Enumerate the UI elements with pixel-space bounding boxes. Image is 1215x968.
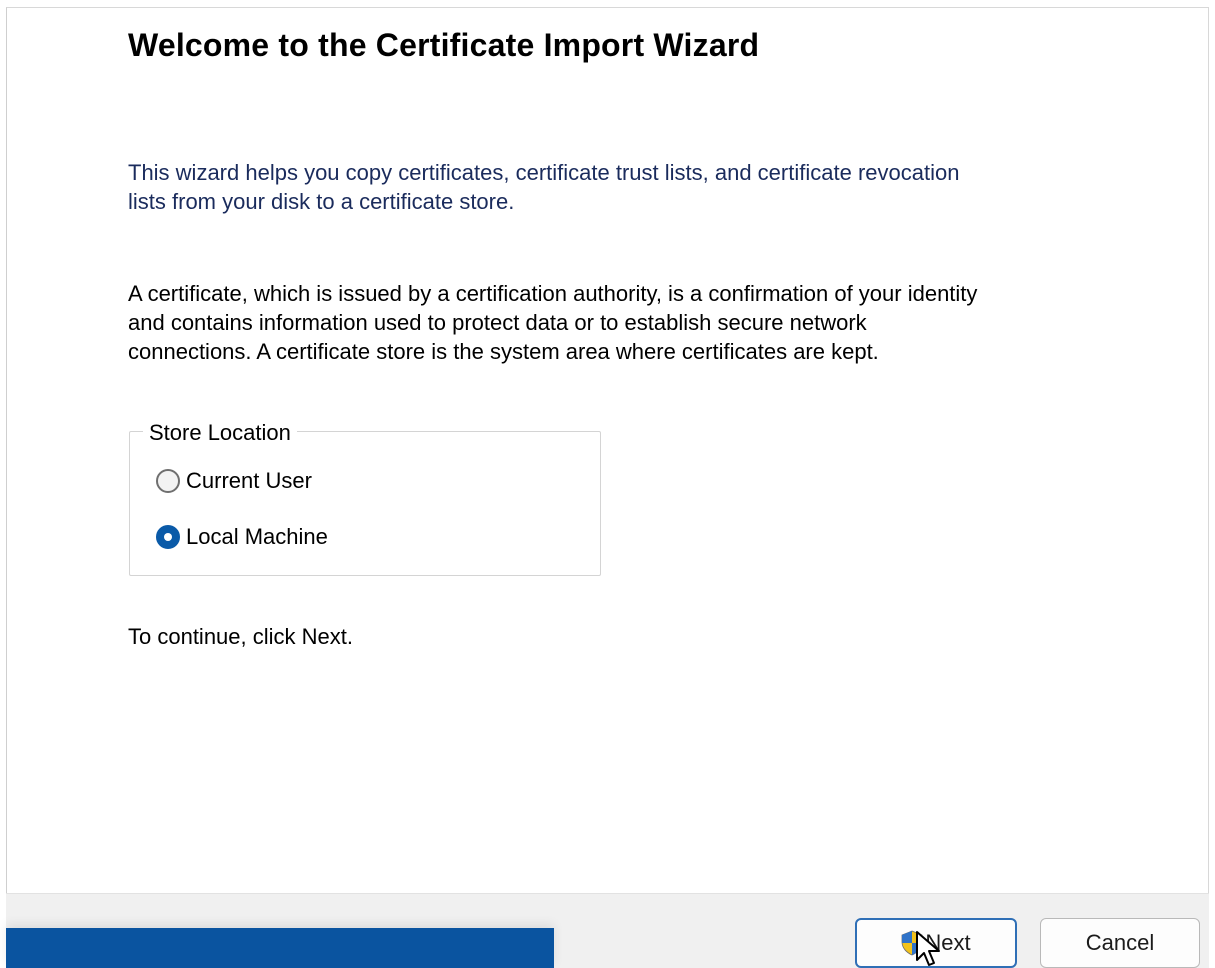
next-button-label[interactable]: Next [925,930,970,956]
current-user-radio[interactable] [156,469,180,493]
current-user-label[interactable]: Current User [186,468,312,494]
uac-shield-icon [901,930,923,956]
taskbar-strip [6,928,554,968]
current-user-radio-option[interactable]: Current User [156,468,312,494]
store-location-legend: Store Location [143,420,297,446]
cancel-button[interactable]: Cancel [1040,918,1200,968]
wizard-intro-text: This wizard helps you copy certificates,… [128,160,960,214]
local-machine-radio-option[interactable]: Local Machine [156,524,328,550]
local-machine-label[interactable]: Local Machine [186,524,328,550]
continue-hint-text: To continue, click Next. [128,624,353,649]
local-machine-radio[interactable] [156,525,180,549]
wizard-description-text: A certificate, which is issued by a cert… [128,281,978,364]
next-button[interactable]: Next [855,918,1017,968]
store-location-groupbox [129,431,601,576]
cancel-button-label[interactable]: Cancel [1086,930,1154,956]
wizard-title: Welcome to the Certificate Import Wizard [128,27,760,63]
